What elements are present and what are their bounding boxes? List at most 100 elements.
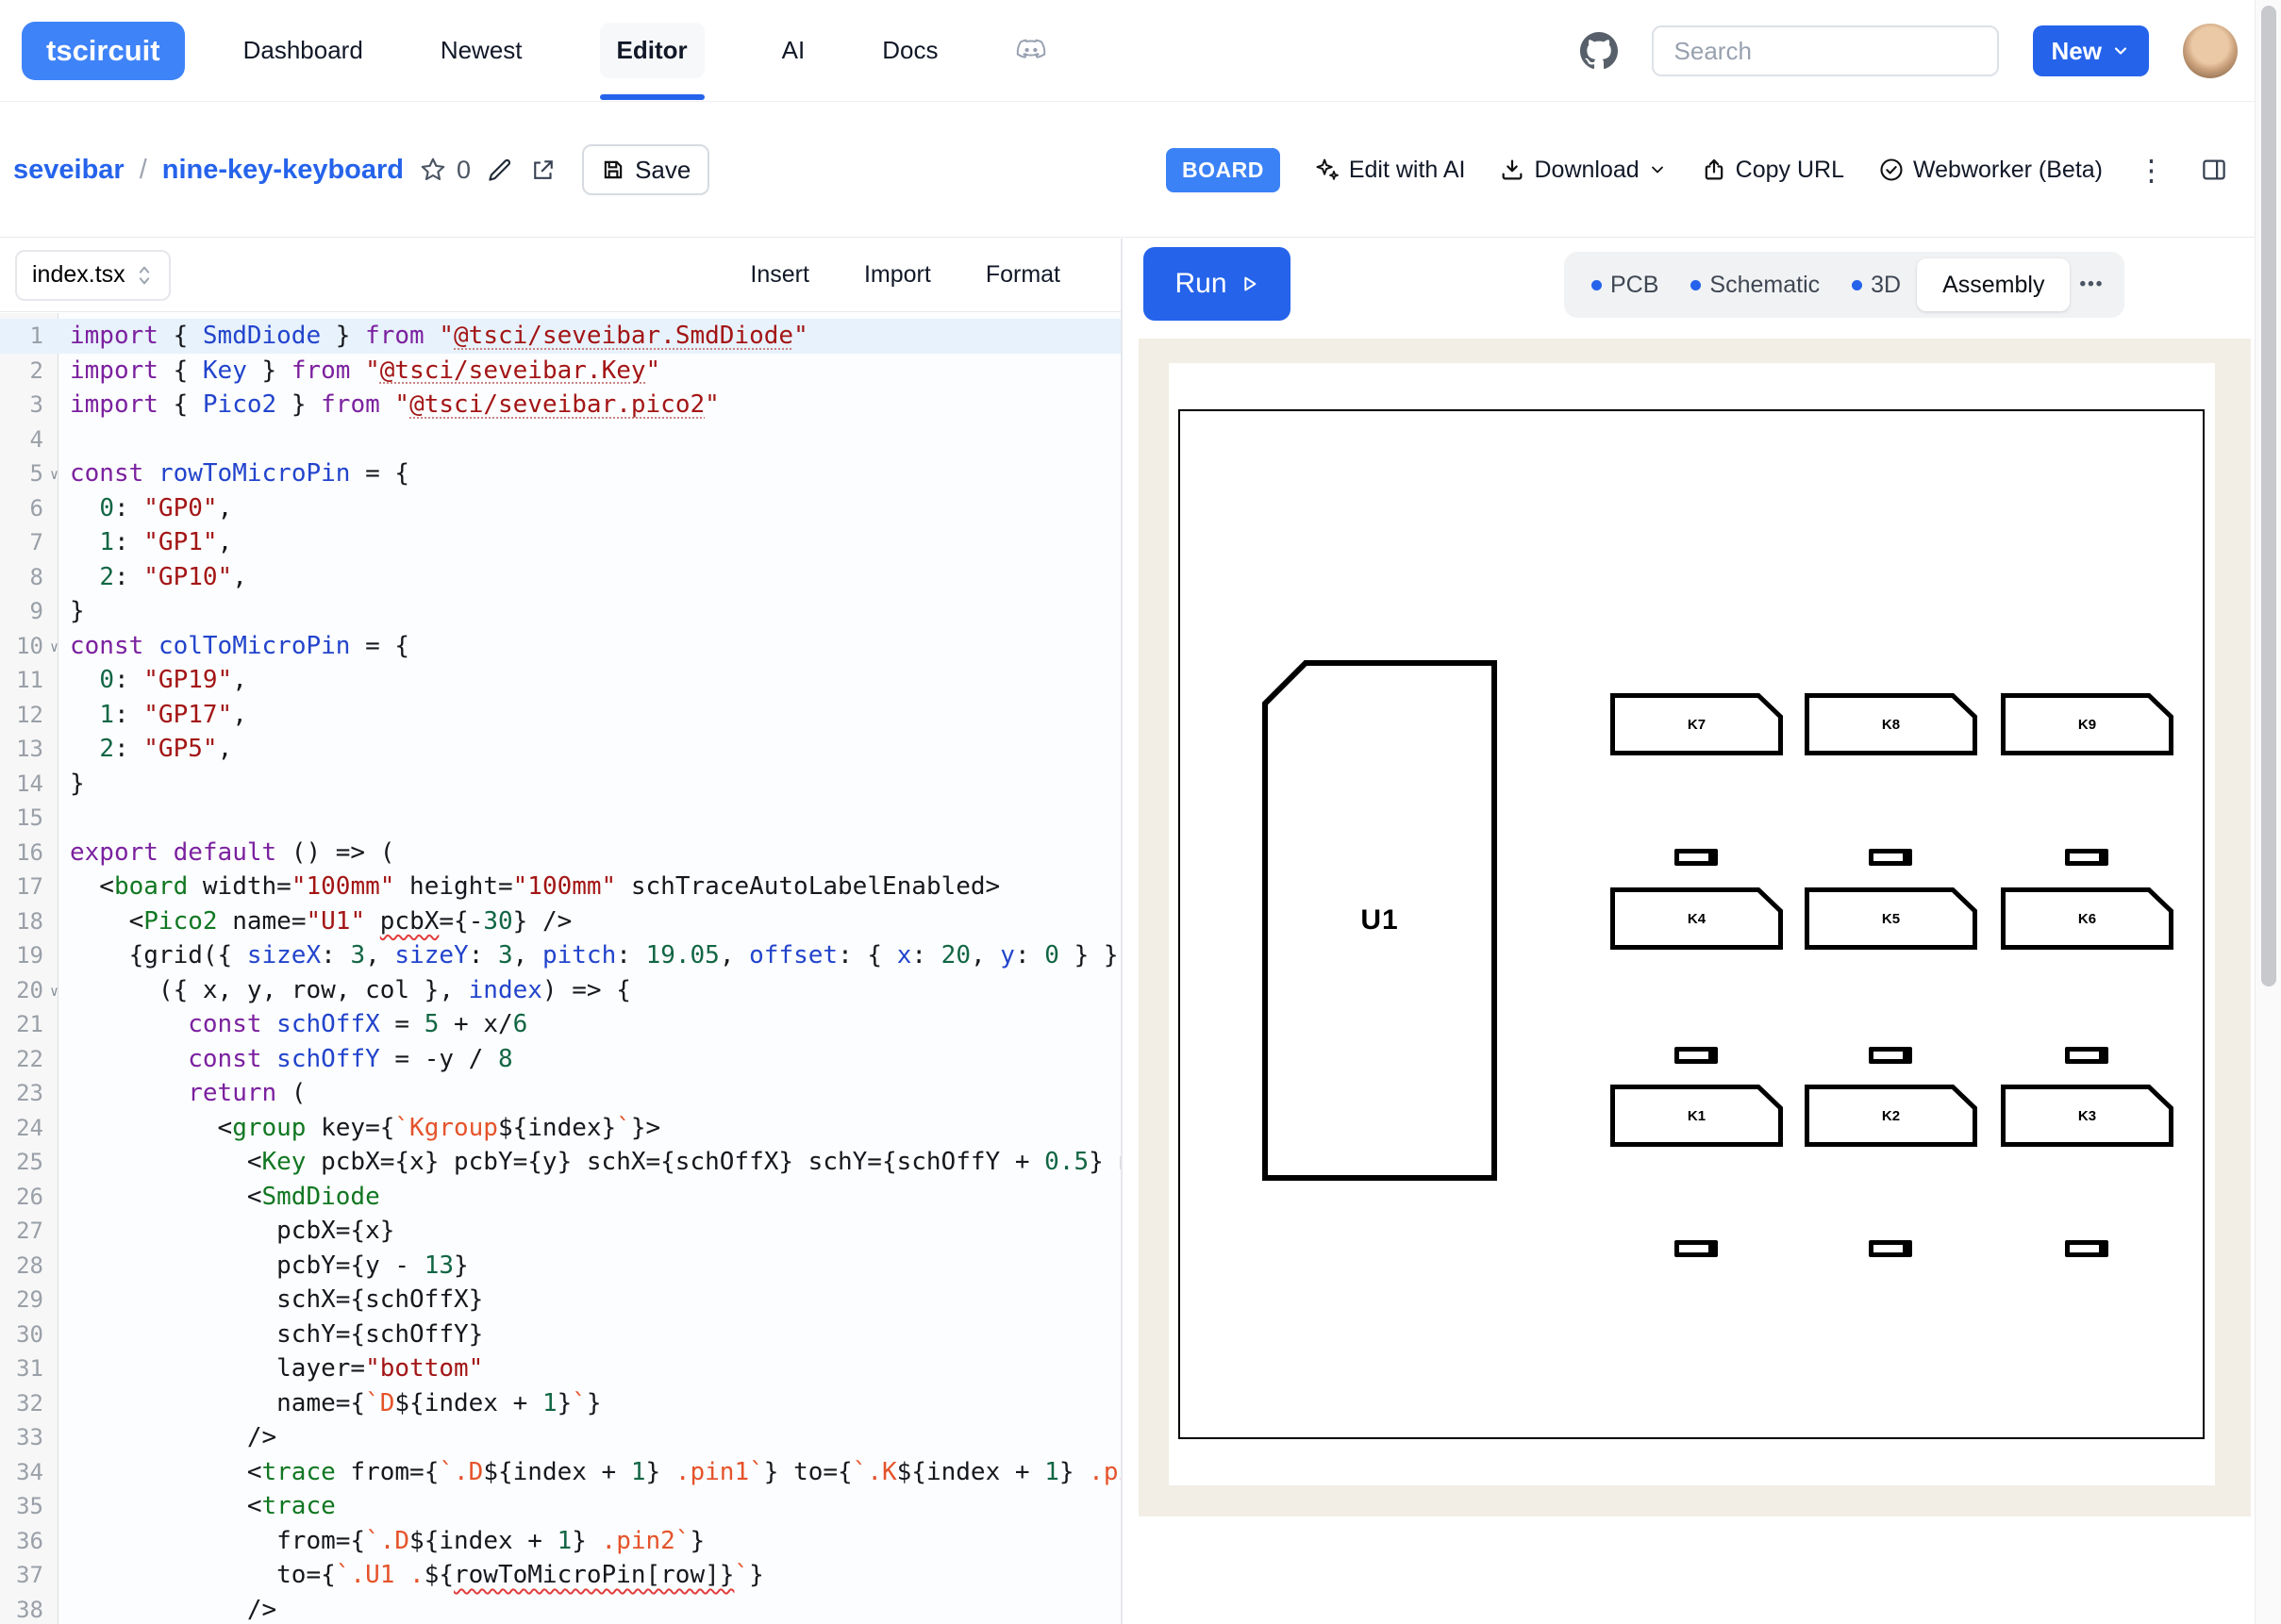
edit-with-ai-button[interactable]: Edit with AI: [1314, 157, 1466, 184]
star-button[interactable]: [419, 156, 447, 184]
tscircuit-logo[interactable]: tscircuit: [22, 22, 185, 80]
menu-item-format[interactable]: Format: [986, 261, 1060, 289]
save-button[interactable]: Save: [582, 144, 709, 195]
code-line[interactable]: 22 const schOffY = -y / 8: [0, 1042, 1121, 1077]
webworker-beta--button[interactable]: Webworker (Beta): [1878, 157, 2103, 184]
menu-item-import[interactable]: Import: [864, 261, 931, 289]
key-k3[interactable]: K3: [2001, 1085, 2173, 1147]
code-line[interactable]: 9}: [0, 594, 1121, 629]
breadcrumb-owner[interactable]: seveibar: [13, 155, 125, 186]
diode[interactable]: [1869, 849, 1912, 866]
diode[interactable]: [2065, 1047, 2108, 1064]
diode[interactable]: [1869, 1047, 1912, 1064]
diode[interactable]: [2065, 1240, 2108, 1257]
code-line[interactable]: 34 <trace from={`.D${index + 1} .pin1`} …: [0, 1455, 1121, 1490]
copy-url-button[interactable]: Copy URL: [1701, 157, 1844, 184]
key-k7[interactable]: K7: [1610, 693, 1783, 755]
code-line[interactable]: 24 <group key={`Kgroup${index}`}>: [0, 1111, 1121, 1146]
key-k1[interactable]: K1: [1610, 1085, 1783, 1147]
github-icon[interactable]: [1580, 32, 1618, 70]
search-input[interactable]: [1652, 25, 1999, 76]
discord-icon[interactable]: [1015, 38, 1047, 63]
run-button[interactable]: Run: [1143, 247, 1290, 321]
nav-item-dashboard[interactable]: Dashboard: [243, 36, 363, 65]
code-line[interactable]: 14}: [0, 767, 1121, 802]
code-line[interactable]: 11 0: "GP19",: [0, 663, 1121, 698]
diode[interactable]: [1674, 1240, 1718, 1257]
nav-item-editor[interactable]: Editor: [600, 23, 705, 78]
scrollbar-thumb[interactable]: [2261, 6, 2276, 986]
code-line[interactable]: 35 <trace: [0, 1489, 1121, 1524]
tab-schematic[interactable]: Schematic: [1674, 252, 1836, 318]
tab-pcb[interactable]: PCB: [1575, 252, 1674, 318]
key-k4[interactable]: K4: [1610, 887, 1783, 950]
breadcrumb-repo[interactable]: nine-key-keyboard: [162, 155, 404, 186]
code-line[interactable]: 37 to={`.U1 .${rowToMicroPin[row]}`}: [0, 1558, 1121, 1593]
nav-item-docs[interactable]: Docs: [882, 36, 938, 65]
code-line[interactable]: 23 return (: [0, 1076, 1121, 1111]
tabs-more-button[interactable]: •••: [2070, 274, 2113, 295]
code-line[interactable]: 27 pcbX={x}: [0, 1214, 1121, 1249]
kebab-menu-button[interactable]: ⋮: [2137, 156, 2166, 185]
code-line[interactable]: 30 schY={schOffY}: [0, 1317, 1121, 1352]
diode[interactable]: [1869, 1240, 1912, 1257]
code-line[interactable]: 20∨ ({ x, y, row, col }, index) => {: [0, 973, 1121, 1008]
new-button[interactable]: New: [2033, 25, 2149, 76]
rename-button[interactable]: [486, 156, 514, 184]
code-line[interactable]: 16export default () => (: [0, 836, 1121, 870]
code-line[interactable]: 3import { Pico2 } from "@tsci/seveibar.p…: [0, 388, 1121, 423]
code-line[interactable]: 1import { SmdDiode } from "@tsci/seveiba…: [0, 319, 1121, 354]
code-line[interactable]: 25 <Key pcbX={x} pcbY={y} schX={schOffX}…: [0, 1145, 1121, 1180]
code-line[interactable]: 2import { Key } from "@tsci/seveibar.Key…: [0, 354, 1121, 389]
code-line[interactable]: 19 {grid({ sizeX: 3, sizeY: 3, pitch: 19…: [0, 938, 1121, 973]
code-editor[interactable]: 1import { SmdDiode } from "@tsci/seveiba…: [0, 313, 1121, 1624]
code-line[interactable]: 21 const schOffX = 5 + x/6: [0, 1007, 1121, 1042]
code-line[interactable]: 36 from={`.D${index + 1} .pin2`}: [0, 1524, 1121, 1559]
code-line[interactable]: 32 name={`D${index + 1}`}: [0, 1386, 1121, 1421]
board-badge[interactable]: BOARD: [1166, 148, 1280, 192]
code-line[interactable]: 4: [0, 423, 1121, 457]
panel-toggle-button[interactable]: [2200, 156, 2228, 184]
code-line[interactable]: 5∨const rowToMicroPin = {: [0, 456, 1121, 491]
code-line[interactable]: 33 />: [0, 1420, 1121, 1455]
download-button[interactable]: Download: [1499, 157, 1666, 184]
nav-item-ai[interactable]: AI: [782, 36, 806, 65]
key-k9[interactable]: K9: [2001, 693, 2173, 755]
code-line[interactable]: 18 <Pico2 name="U1" pcbX={-30} />: [0, 904, 1121, 939]
code-line[interactable]: 38 />: [0, 1593, 1121, 1624]
open-share-button[interactable]: [529, 156, 558, 184]
fold-arrow-icon[interactable]: ∨: [50, 974, 58, 1009]
code-line[interactable]: 10∨const colToMicroPin = {: [0, 629, 1121, 664]
code-line[interactable]: 12 1: "GP17",: [0, 698, 1121, 733]
fold-arrow-icon[interactable]: ∨: [50, 630, 58, 665]
diode[interactable]: [2065, 849, 2108, 866]
fold-arrow-icon[interactable]: ∨: [50, 457, 58, 492]
nav-item-newest[interactable]: Newest: [441, 36, 523, 65]
code-line[interactable]: 31 layer="bottom": [0, 1351, 1121, 1386]
key-k6[interactable]: K6: [2001, 887, 2173, 950]
tab-assembly[interactable]: Assembly: [1917, 258, 2070, 311]
page-scrollbar[interactable]: [2255, 0, 2281, 1624]
diode[interactable]: [1674, 849, 1718, 866]
file-selector[interactable]: index.tsx: [15, 250, 171, 301]
code-line[interactable]: 26 <SmdDiode: [0, 1180, 1121, 1215]
code-line[interactable]: 17 <board width="100mm" height="100mm" s…: [0, 870, 1121, 904]
code-line[interactable]: 7 1: "GP1",: [0, 525, 1121, 560]
menu-item-insert[interactable]: Insert: [750, 261, 809, 289]
code-line[interactable]: 6 0: "GP0",: [0, 491, 1121, 526]
code-line[interactable]: 29 schX={schOffX}: [0, 1283, 1121, 1317]
code-line[interactable]: 15: [0, 801, 1121, 836]
diode[interactable]: [1674, 1047, 1718, 1064]
line-number: 3: [0, 388, 58, 423]
key-k2[interactable]: K2: [1805, 1085, 1977, 1147]
tab-3d[interactable]: 3D: [1836, 252, 1917, 318]
code-line[interactable]: 13 2: "GP5",: [0, 732, 1121, 767]
code-line[interactable]: 28 pcbY={y - 13}: [0, 1249, 1121, 1284]
avatar[interactable]: [2183, 24, 2238, 78]
assembly-canvas[interactable]: U1 K7 K8 K9 K4 K5 K6 K1 K2 K3: [1139, 339, 2251, 1516]
code-line[interactable]: 8 2: "GP10",: [0, 560, 1121, 595]
key-k5[interactable]: K5: [1805, 887, 1977, 950]
key-k8[interactable]: K8: [1805, 693, 1977, 755]
panel-divider[interactable]: [1121, 239, 1123, 1624]
chip-U1[interactable]: U1: [1262, 660, 1497, 1181]
